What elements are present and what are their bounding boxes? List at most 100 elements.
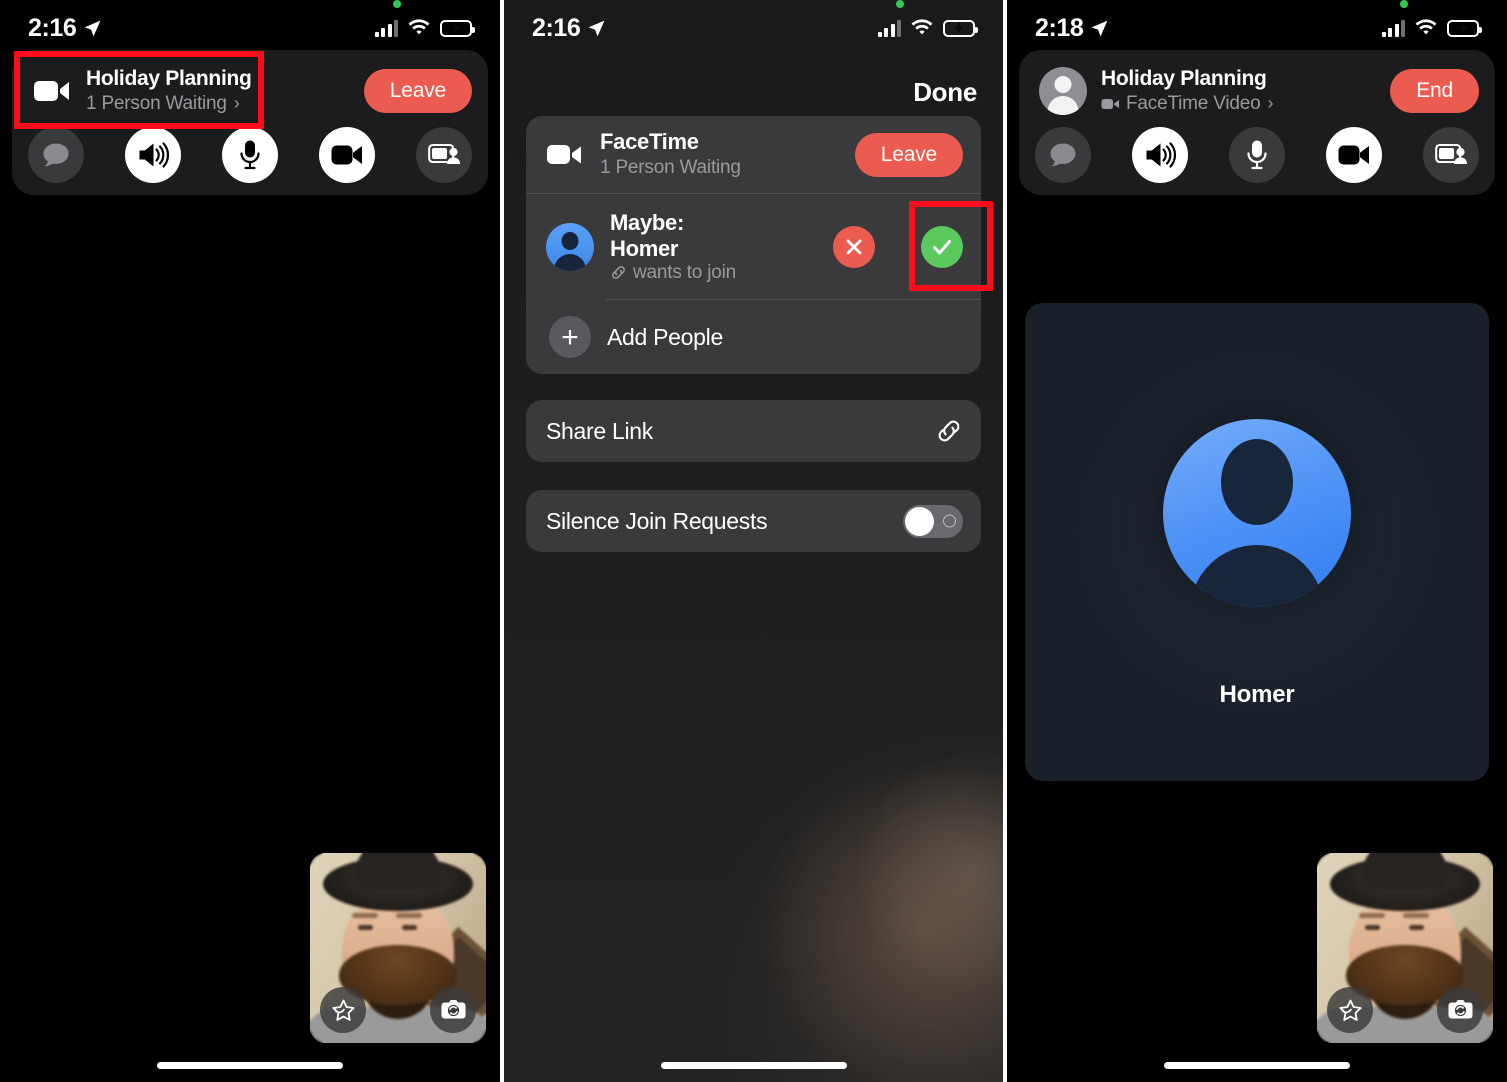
join-request-row: Maybe: Homer wants to join: [526, 194, 981, 300]
video-camera-icon: [331, 145, 362, 165]
wifi-icon: [1415, 19, 1437, 35]
done-button[interactable]: Done: [913, 77, 977, 108]
x-mark-icon: [846, 239, 862, 255]
call-header-text: Holiday Planning 1 Person Waiting ›: [86, 67, 350, 116]
facetime-session-text: FaceTime 1 Person Waiting: [600, 129, 839, 180]
person-avatar-blue-large: [1163, 419, 1351, 607]
call-controls-row: [1019, 123, 1495, 185]
messages-button[interactable]: [1035, 126, 1091, 183]
flip-camera-icon: [1448, 1000, 1472, 1019]
call-subtitle-row: FaceTime Video ›: [1101, 92, 1376, 116]
location-arrow-icon: [589, 20, 605, 36]
leave-button[interactable]: Leave: [854, 133, 963, 177]
facetime-subtitle: 1 Person Waiting: [600, 156, 741, 178]
share-screen-button[interactable]: [1423, 126, 1479, 183]
participant-tile[interactable]: Homer: [1025, 303, 1489, 781]
facetime-session-row: FaceTime 1 Person Waiting Leave: [526, 116, 981, 194]
status-bar: 2:18: [1007, 0, 1507, 56]
home-indicator: [1164, 1062, 1350, 1069]
leave-button[interactable]: Leave: [363, 69, 472, 114]
video-camera-icon: [1338, 145, 1369, 165]
video-button[interactable]: [319, 126, 375, 183]
chevron-right-icon: ›: [233, 93, 240, 114]
self-view-thumbnail[interactable]: [1317, 853, 1493, 1043]
speaker-button[interactable]: [1132, 126, 1188, 183]
status-bar-right: [1381, 0, 1482, 37]
battery-charging-icon: [943, 19, 978, 37]
call-subtitle: 1 Person Waiting: [86, 92, 227, 114]
silence-join-requests-label: Silence Join Requests: [546, 507, 768, 534]
video-button[interactable]: [1326, 126, 1382, 183]
call-controls-row: [12, 123, 488, 185]
three-panel-screenshot-strip: 2:16 Holiday Planning 1 Person Waiting ›…: [0, 0, 1507, 1082]
sheet-toolbar: Done: [504, 62, 1003, 122]
call-control-card: Holiday Planning FaceTime Video › End: [1019, 50, 1495, 195]
deny-join-button[interactable]: [833, 226, 875, 268]
call-header[interactable]: Holiday Planning FaceTime Video › End: [1019, 58, 1495, 123]
share-link-row[interactable]: Share Link: [526, 400, 981, 462]
share-link-group: Share Link: [526, 400, 981, 462]
share-screen-button[interactable]: [416, 126, 472, 183]
status-time: 2:16: [532, 13, 581, 42]
speaker-waves-icon: [1146, 141, 1176, 168]
effects-star-icon: [1338, 999, 1362, 1021]
call-header[interactable]: Holiday Planning 1 Person Waiting › Leav…: [12, 58, 488, 123]
call-subtitle: FaceTime Video: [1126, 92, 1261, 114]
wifi-icon: [911, 19, 933, 35]
join-request-text: Maybe: Homer wants to join: [610, 210, 817, 283]
home-indicator: [157, 1062, 343, 1069]
participant-name: Homer: [1219, 681, 1295, 708]
microphone-icon: [1247, 140, 1267, 169]
link-chain-icon: [612, 266, 625, 279]
wifi-icon: [408, 19, 430, 35]
status-bar-left: 2:18: [1035, 13, 1109, 42]
status-bar-right: [374, 0, 475, 37]
silence-join-requests-toggle[interactable]: [903, 504, 963, 538]
messages-button[interactable]: [28, 126, 84, 183]
flip-camera-button[interactable]: [1437, 987, 1483, 1033]
status-bar: 2:16: [504, 0, 1003, 56]
call-header-text: Holiday Planning FaceTime Video ›: [1101, 67, 1376, 116]
status-time: 2:16: [28, 13, 77, 42]
flip-camera-icon: [441, 1000, 465, 1019]
cellular-signal-icon: [374, 19, 398, 37]
facetime-title: FaceTime: [600, 129, 699, 155]
end-button[interactable]: End: [1390, 69, 1479, 114]
call-control-card: Holiday Planning 1 Person Waiting › Leav…: [12, 50, 488, 195]
self-view-thumbnail[interactable]: [310, 853, 486, 1043]
requester-name-line1: Maybe:: [610, 210, 684, 236]
flip-camera-button[interactable]: [430, 987, 476, 1033]
home-indicator: [660, 1062, 847, 1069]
share-screen-person-icon: [428, 143, 460, 164]
location-arrow-icon: [85, 20, 101, 36]
status-bar: 2:16: [0, 0, 500, 56]
effects-button[interactable]: [1327, 987, 1373, 1033]
speaker-waves-icon: [139, 141, 169, 168]
status-bar-left: 2:16: [28, 13, 102, 42]
plus-icon: +: [549, 316, 591, 358]
add-people-label: Add People: [607, 323, 723, 350]
location-arrow-icon: [1092, 20, 1108, 36]
person-avatar-grey: [1039, 67, 1087, 116]
requester-name-line2: Homer: [610, 235, 679, 261]
status-time: 2:18: [1035, 13, 1084, 42]
panel-connected-call: 2:18 Holiday Planning FaceTime Video › E…: [1007, 0, 1507, 1082]
video-camera-icon: [547, 145, 581, 164]
silence-group: Silence Join Requests: [526, 490, 981, 552]
participants-group: FaceTime 1 Person Waiting Leave Maybe: H…: [526, 116, 981, 374]
checkmark-icon: [933, 240, 951, 255]
message-bubble-icon: [1050, 143, 1076, 166]
speaker-button[interactable]: [125, 126, 181, 183]
cellular-signal-icon: [877, 19, 901, 37]
join-request-status-row: wants to join: [610, 262, 817, 284]
add-people-row[interactable]: + Add People: [526, 300, 981, 374]
share-link-label: Share Link: [546, 417, 653, 444]
mic-button[interactable]: [222, 126, 278, 183]
panel-call-screen: 2:16 Holiday Planning 1 Person Waiting ›…: [0, 0, 500, 1082]
status-bar-left: 2:16: [532, 13, 606, 42]
person-avatar-blue: [546, 223, 594, 271]
effects-button[interactable]: [320, 987, 366, 1033]
accept-join-button[interactable]: [921, 226, 963, 268]
mic-button[interactable]: [1229, 126, 1285, 183]
battery-charging-icon: [1447, 19, 1482, 37]
